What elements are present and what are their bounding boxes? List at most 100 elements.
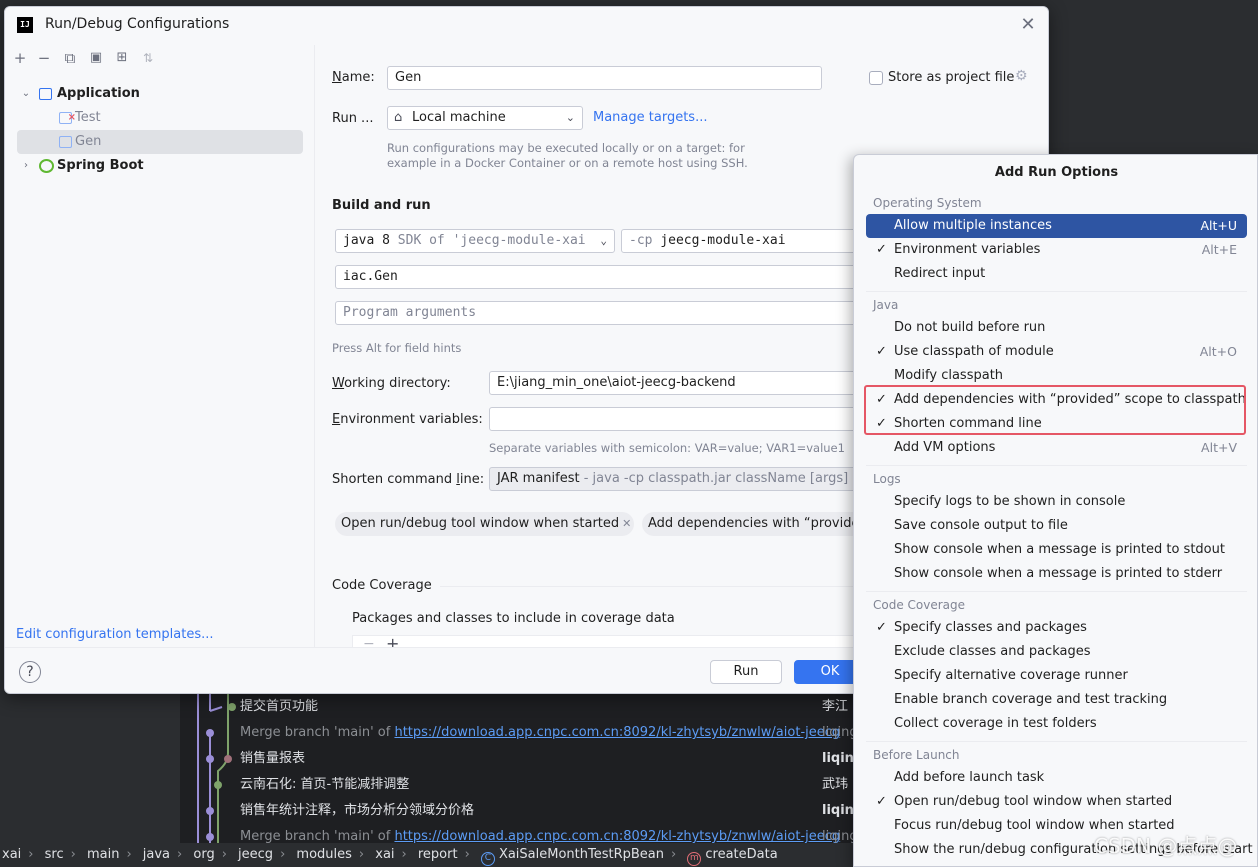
chevron-right-icon[interactable]: › — [19, 154, 33, 178]
method-icon: m — [687, 852, 702, 866]
run-button[interactable]: Run — [710, 660, 782, 684]
menu-item-exclude-classes-and-packages[interactable]: Exclude classes and packages — [866, 640, 1247, 664]
add-icon[interactable]: + — [11, 49, 29, 67]
option-chip-add-dependencies[interactable]: Add dependencies with “provide — [642, 512, 872, 536]
shorten-command-line-select[interactable]: JAR manifest - java -cp classpath.jar cl… — [489, 467, 866, 491]
manage-targets-link[interactable]: Manage targets... — [593, 110, 707, 125]
dialog-titlebar: IJ Run/Debug Configurations ✕ — [5, 7, 1048, 43]
breadcrumb-item[interactable]: java — [143, 847, 170, 862]
menu-item-use-classpath-of-module[interactable]: ✓ Use classpath of module Alt+O — [866, 340, 1247, 364]
remove-icon[interactable]: − — [35, 49, 53, 67]
tree-item-label: Spring Boot — [57, 158, 144, 173]
breadcrumb-item[interactable]: XaiSaleMonthTestRpBean — [499, 847, 664, 862]
app-config-icon — [59, 136, 72, 148]
classpath-module-select[interactable]: -cp jeecg-module-xai — [621, 229, 866, 253]
commit-message: 云南石化: 首页-节能减排调整 — [240, 777, 410, 792]
intellij-logo-icon: IJ — [17, 17, 33, 33]
menu-item-environment-variables[interactable]: ✓ Environment variables Alt+E — [866, 238, 1247, 262]
breadcrumb-item[interactable]: jeecg — [238, 847, 273, 862]
option-chip-open-tool-window[interactable]: Open run/debug tool window when started ✕ — [335, 512, 634, 536]
environment-variables-field[interactable] — [489, 407, 866, 431]
new-folder-icon[interactable]: ⊞ — [113, 49, 131, 67]
menu-item-specify-logs[interactable]: Specify logs to be shown in console — [866, 490, 1247, 514]
sort-icon[interactable]: ⇅ — [139, 49, 157, 67]
remove-icon[interactable]: − — [363, 636, 375, 647]
save-icon[interactable]: ▣ — [87, 49, 105, 67]
gear-icon[interactable]: ⚙ — [1015, 68, 1028, 84]
jdk-select[interactable]: java 8 SDK of 'jeecg-module-xai ⌄ — [335, 229, 615, 253]
store-as-project-file-checkbox[interactable] — [869, 71, 883, 85]
shorten-value: JAR manifest — [497, 471, 580, 486]
menu-item-show-console-stderr[interactable]: Show console when a message is printed t… — [866, 562, 1247, 586]
git-commit-row[interactable]: 云南石化: 首页-节能减排调整 — [240, 773, 409, 797]
working-directory-field[interactable]: E:\jiang_min_one\aiot-jeecg-backend — [489, 371, 866, 395]
run-target-select[interactable]: ⌂ Local machine ⌄ — [387, 106, 583, 130]
shorten-command-line-label: Shorten command line: — [332, 472, 485, 487]
close-icon[interactable]: ✕ — [622, 517, 631, 530]
git-graph — [197, 693, 236, 843]
jdk-version: java 8 — [343, 233, 390, 248]
menu-item-do-not-build-before-run[interactable]: Do not build before run — [866, 316, 1247, 340]
menu-item-label: Specify classes and packages — [894, 620, 1087, 635]
copy-icon[interactable]: ⧉ — [61, 49, 79, 67]
menu-item-label: Specify alternative coverage runner — [894, 668, 1128, 683]
chevron-down-icon[interactable]: ⌄ — [19, 82, 33, 106]
git-commit-row[interactable]: 销售年统计注释，市场分析分领域分价格 — [240, 799, 474, 823]
menu-item-redirect-input[interactable]: Redirect input — [866, 262, 1247, 286]
tree-item-spring-boot[interactable]: › Spring Boot — [17, 154, 303, 178]
chip-label: Open run/debug tool window when started — [341, 516, 620, 531]
breadcrumb-item[interactable]: main — [87, 847, 119, 862]
app-config-error-icon: × — [59, 112, 76, 124]
check-icon: ✓ — [876, 242, 887, 257]
add-icon[interactable]: + — [386, 634, 399, 647]
menu-item-shortcut: Alt+U — [1200, 218, 1237, 233]
menu-item-label: Collect coverage in test folders — [894, 716, 1097, 731]
breadcrumb-item[interactable]: xai — [2, 847, 21, 862]
ide-left-panel — [0, 693, 180, 843]
edit-configuration-templates-link[interactable]: Edit configuration templates... — [16, 627, 214, 642]
tree-item-gen[interactable]: Gen — [17, 130, 303, 154]
chevron-down-icon: ⌄ — [597, 230, 607, 252]
tree-item-test[interactable]: × Test — [17, 106, 303, 130]
code-coverage-heading: Code Coverage — [332, 578, 432, 593]
menu-separator — [866, 741, 1247, 742]
menu-item-add-before-launch-task[interactable]: Add before launch task — [866, 766, 1247, 790]
menu-item-save-console-output[interactable]: Save console output to file — [866, 514, 1247, 538]
help-icon[interactable]: ? — [19, 661, 41, 683]
menu-item-label: Save console output to file — [894, 518, 1068, 533]
menu-item-shortcut: Alt+O — [1199, 344, 1237, 359]
menu-item-alternative-coverage-runner[interactable]: Specify alternative coverage runner — [866, 664, 1247, 688]
menu-item-specify-classes-and-packages[interactable]: ✓ Specify classes and packages — [866, 616, 1247, 640]
popup-title: Add Run Options — [994, 165, 1119, 180]
git-commit-row[interactable]: 提交首页功能 — [240, 695, 318, 719]
git-commit-row[interactable]: 销售量报表 — [240, 747, 305, 771]
run-on-hint: Run configurations may be executed local… — [387, 141, 748, 170]
breadcrumb-item[interactable]: org — [193, 847, 214, 862]
group-heading-before-launch: Before Launch — [873, 748, 960, 762]
program-arguments-field[interactable]: Program arguments — [335, 301, 866, 325]
breadcrumb-item[interactable]: xai — [375, 847, 394, 862]
menu-item-label: Specify logs to be shown in console — [894, 494, 1126, 509]
breadcrumb-item[interactable]: createData — [705, 847, 777, 862]
menu-item-show-console-stdout[interactable]: Show console when a message is printed t… — [866, 538, 1247, 562]
menu-item-open-tool-window[interactable]: ✓ Open run/debug tool window when started — [866, 790, 1247, 814]
main-class-field[interactable]: iac.Gen — [335, 265, 866, 289]
menu-item-add-vm-options[interactable]: Add VM options Alt+V — [866, 436, 1247, 460]
menu-item-enable-branch-coverage[interactable]: Enable branch coverage and test tracking — [866, 688, 1247, 712]
breadcrumb-item[interactable]: src — [45, 847, 64, 862]
breadcrumb-item[interactable]: modules — [296, 847, 352, 862]
menu-item-allow-multiple-instances[interactable]: Allow multiple instances Alt+U — [866, 214, 1247, 238]
menu-item-shortcut: Alt+E — [1201, 242, 1237, 257]
breadcrumb-item[interactable]: report — [418, 847, 458, 862]
git-commit-row[interactable]: Merge branch 'main' of https://download.… — [240, 721, 840, 745]
store-as-project-file-label: Store as project file — [888, 70, 1015, 85]
menu-item-shortcut: Alt+V — [1201, 440, 1237, 455]
name-field[interactable]: Gen — [387, 66, 822, 90]
commit-link[interactable]: https://download.app.cnpc.com.cn:8092/kl… — [394, 725, 840, 740]
commit-link[interactable]: https://download.app.cnpc.com.cn:8092/kl… — [394, 829, 840, 844]
menu-item-collect-coverage-test-folders[interactable]: Collect coverage in test folders — [866, 712, 1247, 736]
tree-item-application[interactable]: ⌄ Application — [17, 82, 303, 106]
git-log-panel: 提交首页功能 李江 Merge branch 'main' of https:/… — [180, 693, 863, 844]
menu-item-label: Environment variables — [894, 242, 1041, 257]
close-icon[interactable]: ✕ — [1018, 15, 1038, 35]
